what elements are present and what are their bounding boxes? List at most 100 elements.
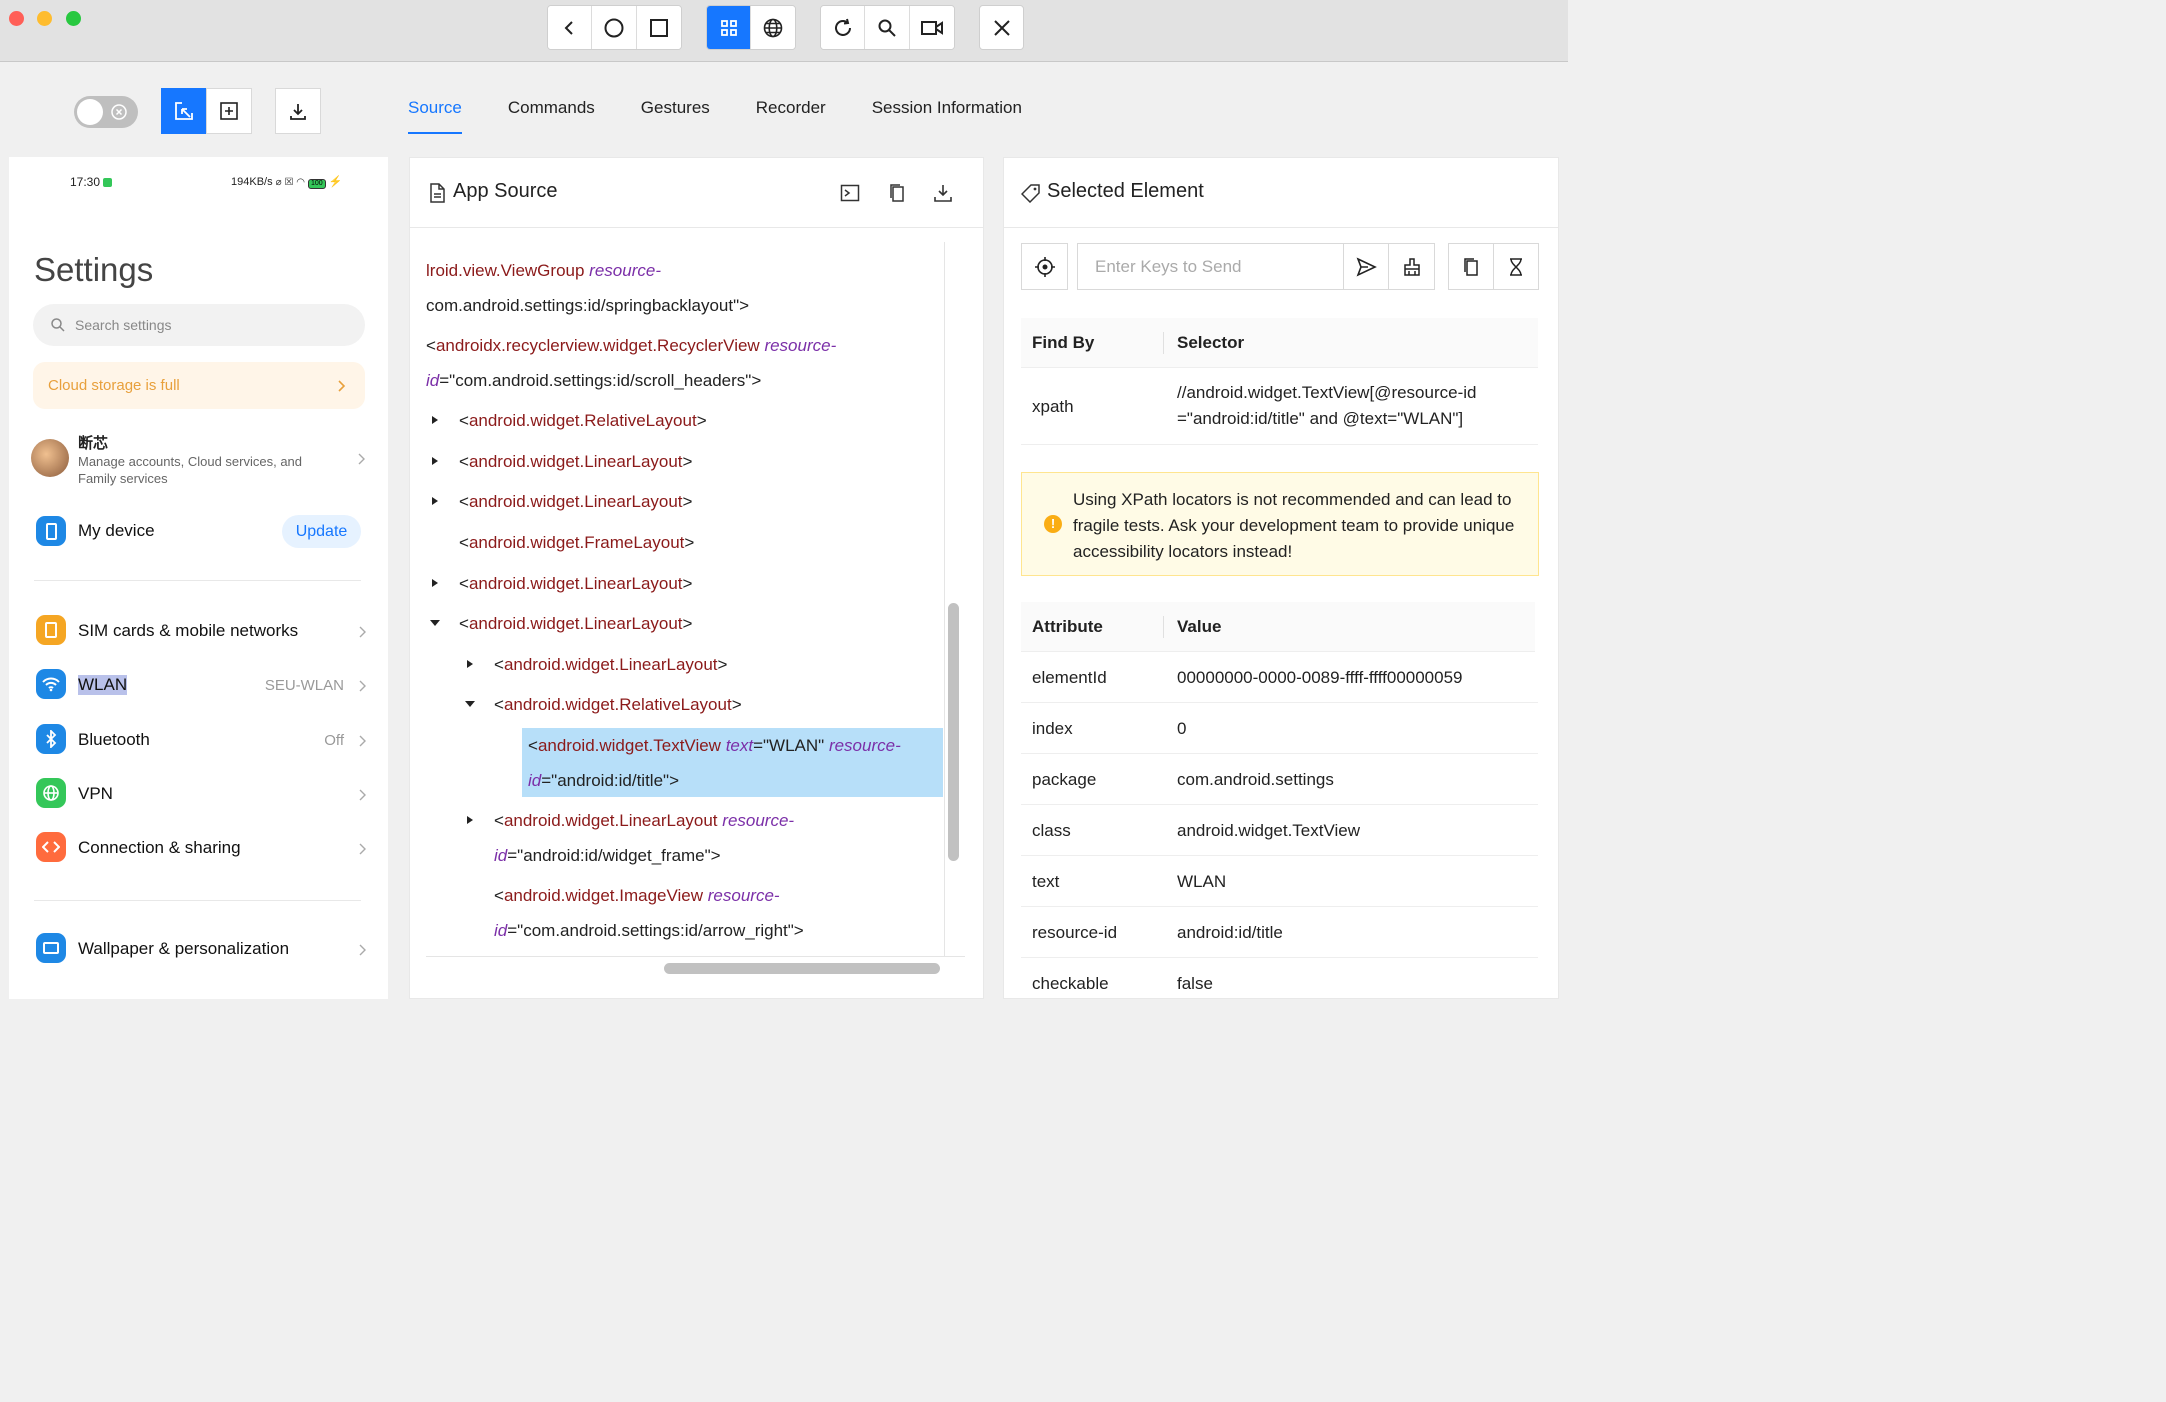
vertical-scrollbar[interactable]: [948, 603, 959, 861]
attribute-header: Attribute: [1032, 617, 1103, 636]
tree-node[interactable]: <android.widget.LinearLayout resource-: [494, 811, 794, 831]
search-elements-button[interactable]: [865, 6, 910, 49]
tree-node[interactable]: <android.widget.LinearLayout>: [494, 655, 727, 675]
download-icon[interactable]: [933, 183, 953, 203]
app-window: Source Commands Gestures Recorder Sessio…: [0, 0, 1568, 1015]
bluetooth-row[interactable]: Bluetooth Off: [34, 720, 374, 760]
recent-apps-button[interactable]: [636, 6, 681, 49]
chevron-right-icon: [359, 843, 366, 855]
tap-element-button[interactable]: [1021, 243, 1068, 290]
attribute-value: 00000000-0000-0089-ffff-ffff00000059: [1177, 668, 1463, 687]
attribute-name: text: [1032, 872, 1060, 891]
quit-session-button[interactable]: [980, 6, 1023, 49]
wallpaper-row[interactable]: Wallpaper & personalization: [34, 929, 374, 969]
tab-gestures[interactable]: Gestures: [641, 88, 710, 134]
cloud-storage-banner[interactable]: Cloud storage is full: [33, 362, 365, 409]
home-button[interactable]: [592, 6, 637, 49]
status-icons: ⌀ ☒ ◠: [275, 177, 305, 188]
tree-node[interactable]: <androidx.recyclerview.widget.RecyclerVi…: [426, 336, 836, 356]
screenshot-toggle[interactable]: [74, 96, 138, 128]
send-keys-input[interactable]: Enter Keys to Send: [1077, 243, 1344, 290]
tab-session-information[interactable]: Session Information: [872, 88, 1022, 134]
connection-sharing-label: Connection & sharing: [78, 838, 241, 857]
crosshair-icon: [1034, 256, 1055, 277]
tree-node[interactable]: <android.widget.ImageView resource-: [494, 886, 780, 906]
timing-button[interactable]: [1493, 243, 1539, 290]
wlan-row[interactable]: WLAN SEU-WLAN: [34, 665, 374, 705]
vpn-row[interactable]: VPN: [34, 774, 374, 814]
copy-attributes-button[interactable]: [1448, 243, 1494, 290]
my-device-row[interactable]: My device Update: [34, 514, 374, 550]
add-region-button[interactable]: [206, 88, 252, 134]
tree-node[interactable]: <android.widget.LinearLayout>: [459, 614, 692, 634]
selector-line-1[interactable]: //android.widget.TextView[@resource-id: [1177, 383, 1476, 403]
attribute-name: checkable: [1032, 974, 1109, 993]
native-view-button[interactable]: [707, 6, 752, 49]
device-screenshot[interactable]: 17:30 194KB/s ⌀ ☒ ◠ 100 ⚡ Settings Searc…: [9, 157, 388, 999]
settings-title: Settings: [34, 251, 154, 288]
collapse-arrow-icon[interactable]: [465, 699, 475, 709]
sim-cards-label: SIM cards & mobile networks: [78, 621, 299, 640]
tree-node[interactable]: <android.widget.RelativeLayout>: [494, 695, 742, 715]
select-element-icon: [175, 102, 193, 120]
tree-node-continued: id="com.android.settings:id/scroll_heade…: [426, 371, 762, 390]
app-source-title: App Source: [453, 180, 558, 202]
tree-node[interactable]: <android.widget.LinearLayout>: [459, 492, 692, 512]
copy-icon[interactable]: [887, 183, 907, 203]
expand-arrow-icon[interactable]: [430, 456, 440, 466]
send-keys-button[interactable]: [1343, 243, 1389, 290]
find-by-row: xpath //android.widget.TextView[@resourc…: [1021, 369, 1538, 445]
search-icon: [51, 318, 65, 332]
tree-node[interactable]: <android.widget.RelativeLayout>: [459, 411, 707, 431]
avatar: [31, 439, 69, 477]
tree-node[interactable]: <android.widget.LinearLayout>: [459, 574, 692, 594]
selector-line-2[interactable]: ="android:id/title" and @text="WLAN"]: [1177, 409, 1463, 429]
minimize-window-button[interactable]: [37, 11, 52, 26]
refresh-icon: [834, 18, 851, 36]
sim-cards-row[interactable]: SIM cards & mobile networks: [34, 611, 374, 651]
my-device-label: My device: [78, 521, 155, 540]
tab-commands[interactable]: Commands: [508, 88, 595, 134]
connection-sharing-row[interactable]: Connection & sharing: [34, 828, 374, 868]
expand-arrow-icon[interactable]: [465, 815, 475, 825]
back-button[interactable]: [548, 6, 593, 49]
collapse-arrow-icon[interactable]: [430, 618, 440, 628]
search-settings-field[interactable]: Search settings: [33, 304, 365, 346]
chevron-right-icon: [359, 680, 366, 692]
maximize-window-button[interactable]: [66, 11, 81, 26]
tree-node-selected[interactable]: <android.widget.TextView text="WLAN" res…: [528, 736, 901, 756]
terminal-icon[interactable]: [840, 183, 860, 203]
tree-node[interactable]: <android.widget.FrameLayout>: [459, 533, 694, 553]
expand-arrow-icon[interactable]: [465, 659, 475, 669]
expand-arrow-icon[interactable]: [430, 496, 440, 506]
charging-icon: ⚡: [328, 176, 343, 188]
file-icon: [430, 183, 445, 203]
horizontal-scrollbar[interactable]: [664, 963, 940, 974]
expand-arrow-icon[interactable]: [430, 578, 440, 588]
warning-icon: !: [1044, 515, 1062, 533]
vpn-label: VPN: [78, 784, 113, 803]
web-view-button[interactable]: [751, 6, 795, 49]
update-button[interactable]: Update: [282, 515, 361, 548]
download-screenshot-button[interactable]: [275, 88, 321, 134]
close-window-button[interactable]: [9, 11, 24, 26]
select-element-button[interactable]: [161, 88, 207, 134]
expand-arrow-icon[interactable]: [430, 415, 440, 425]
tree-node[interactable]: <android.widget.LinearLayout>: [459, 452, 692, 472]
wlan-label: WLAN: [78, 675, 128, 695]
tab-recorder[interactable]: Recorder: [756, 88, 826, 134]
column-separator: [1163, 616, 1164, 638]
copy-icon: [1464, 257, 1478, 276]
toggle-knob: [77, 99, 103, 125]
quit-session-group: [979, 5, 1024, 50]
refresh-button[interactable]: [821, 6, 866, 49]
clear-button[interactable]: [1388, 243, 1435, 290]
tree-node[interactable]: lroid.view.ViewGroup resource-: [426, 261, 661, 281]
record-button[interactable]: [909, 6, 954, 49]
chevron-right-icon: [359, 944, 366, 956]
table-row: checkable false: [1021, 958, 1538, 998]
add-region-icon: [220, 102, 238, 120]
tab-source[interactable]: Source: [408, 88, 462, 134]
selected-element-title: Selected Element: [1047, 180, 1204, 202]
account-row[interactable]: 断芯 Manage accounts, Cloud services, and …: [31, 435, 371, 489]
